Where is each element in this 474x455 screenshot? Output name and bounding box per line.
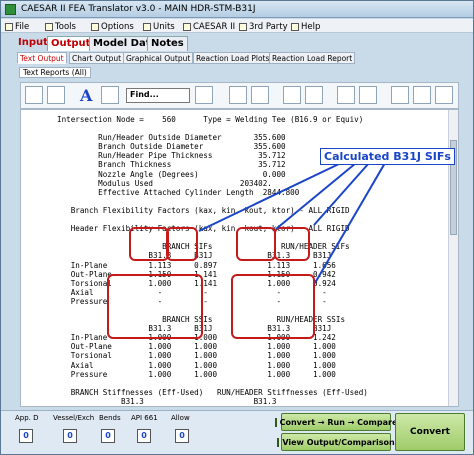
bottom-panel: App. D Vessel/Exch Bends API 661 Allow 0…: [1, 410, 473, 454]
callout-arrow-branch: [198, 162, 342, 232]
convert-button[interactable]: Convert: [395, 413, 465, 451]
counter-value-api-661[interactable]: 0: [137, 429, 151, 443]
callout-arrow-ssi: [314, 162, 386, 284]
view-output-comparison-button[interactable]: View Output/Comparison: [277, 433, 395, 451]
counter-value-app-d[interactable]: 0: [19, 429, 33, 443]
counter-label-bends: Bends: [99, 414, 121, 422]
counter-value-vessel-exch[interactable]: 0: [63, 429, 77, 443]
application-window: CAESAR II FEA Translator v3.0 - MAIN HDR…: [0, 0, 474, 455]
run-icon: [274, 417, 277, 427]
counter-value-allow[interactable]: 0: [175, 429, 189, 443]
callout-label: Calculated B31J SIFs: [320, 148, 455, 165]
counter-value-bends[interactable]: 0: [101, 429, 115, 443]
counter-label-allow: Allow: [171, 414, 190, 422]
counter-label-api-661: API 661: [131, 414, 158, 422]
convert-run-compare-button[interactable]: Convert → Run → Compare: [274, 413, 397, 431]
callout-arrow-header: [275, 162, 357, 230]
callout-arrows: [198, 162, 386, 284]
counter-label-app-d: App. D: [15, 414, 39, 422]
view-icon: [277, 437, 280, 447]
counter-label-vessel-exch: Vessel/Exch: [53, 414, 95, 422]
